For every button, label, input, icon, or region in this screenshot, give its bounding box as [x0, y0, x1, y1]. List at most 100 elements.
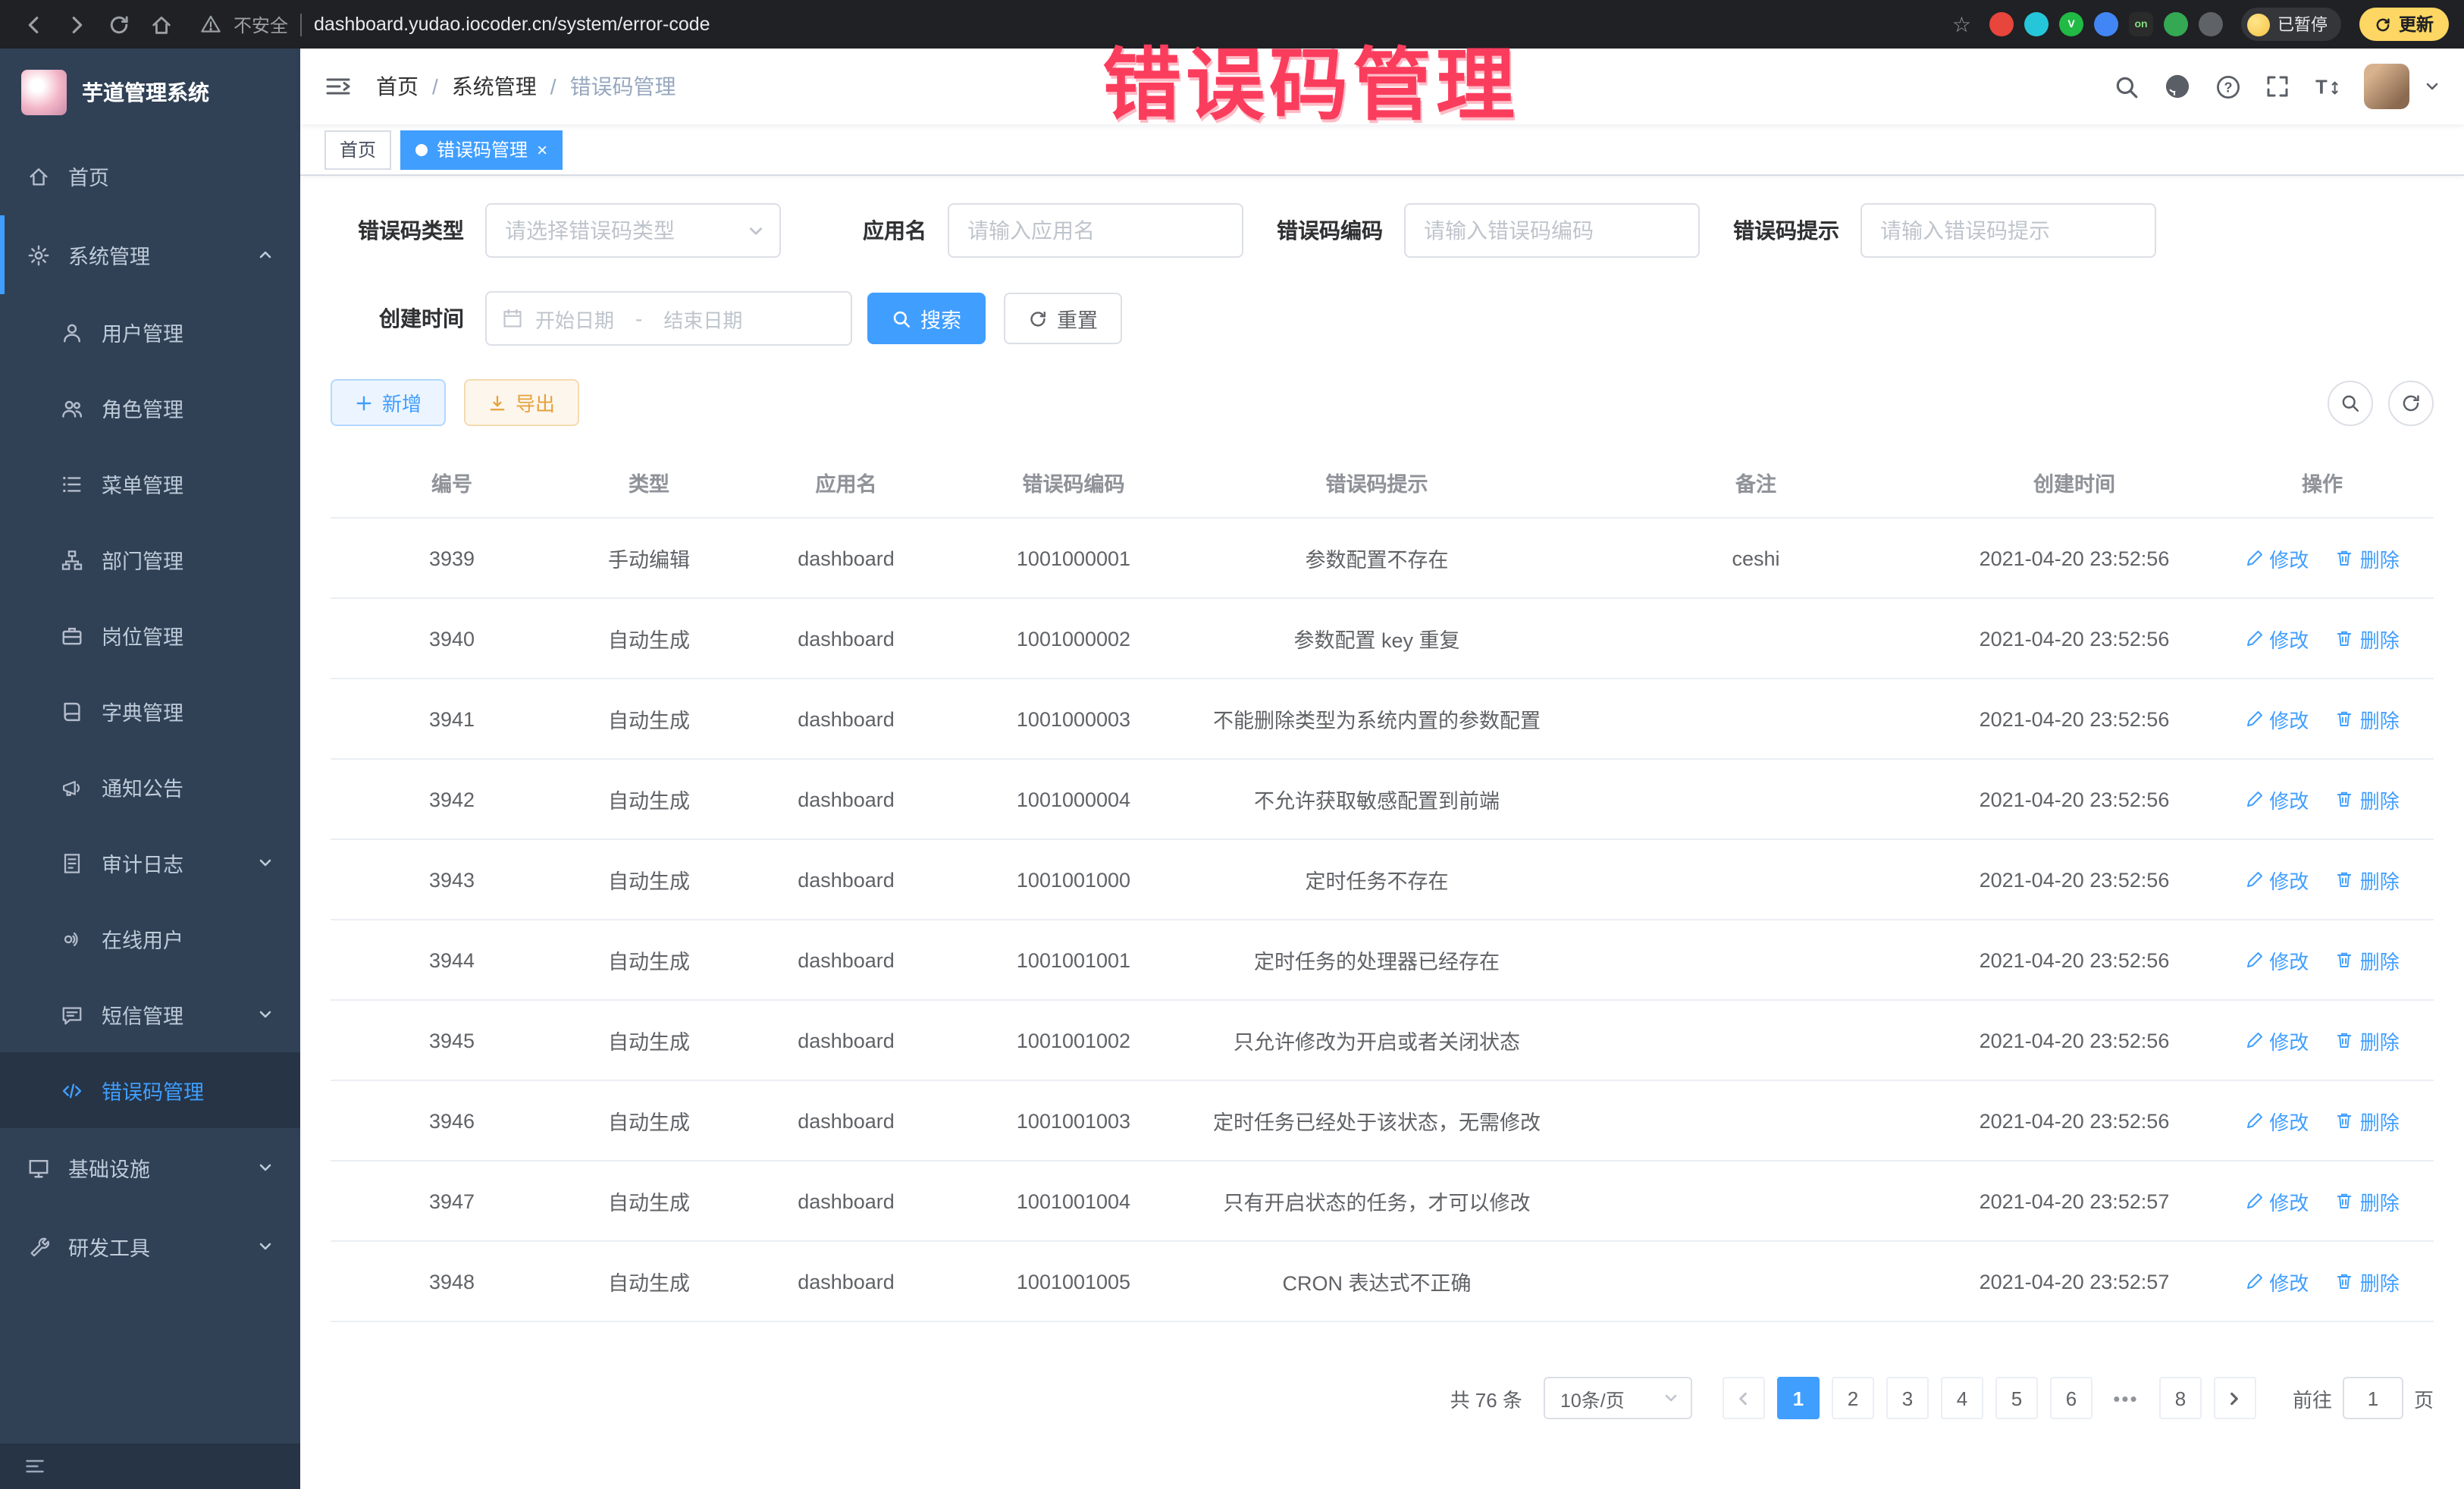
sidebar-item-user-management[interactable]: 用户管理 [0, 294, 300, 370]
delete-link[interactable]: 删除 [2336, 1106, 2400, 1135]
sidebar-toggle-button[interactable] [324, 73, 352, 100]
sidebar-item-infrastructure[interactable]: 基础设施 [0, 1128, 300, 1207]
cell-app: dashboard [725, 598, 967, 679]
sidebar-collapse-bar[interactable] [0, 1444, 300, 1489]
breadcrumb-system[interactable]: 系统管理 [452, 71, 537, 102]
table-row: 3939 手动编辑 dashboard 1001000001 参数配置不存在 c… [331, 518, 2434, 598]
hamburger-icon [324, 73, 352, 100]
page-button[interactable]: 8 [2159, 1377, 2202, 1419]
page-button[interactable]: 6 [2050, 1377, 2093, 1419]
edit-link[interactable]: 修改 [2245, 1267, 2309, 1296]
delete-link[interactable]: 删除 [2336, 1026, 2400, 1055]
sidebar-item-dev-tools[interactable]: 研发工具 [0, 1207, 300, 1286]
tag-home[interactable]: 首页 [324, 130, 391, 169]
extension-icon[interactable] [2164, 12, 2188, 36]
bookmark-star-icon[interactable]: ☆ [1952, 11, 1971, 37]
font-size-button[interactable]: T [2314, 74, 2340, 99]
github-button[interactable] [2164, 73, 2191, 100]
chevron-down-icon[interactable] [2425, 79, 2440, 94]
export-button[interactable]: 导出 [464, 379, 579, 426]
cell-actions: 修改 删除 [2211, 839, 2434, 920]
delete-link[interactable]: 删除 [2336, 1267, 2400, 1296]
extension-icon[interactable]: V [2059, 12, 2083, 36]
sidebar-item-menu-management[interactable]: 菜单管理 [0, 446, 300, 522]
header-search-button[interactable] [2114, 74, 2140, 99]
search-button[interactable]: 搜索 [867, 293, 986, 344]
page-button[interactable]: 5 [1995, 1377, 2038, 1419]
page-size-select[interactable]: 10条/页 [1544, 1377, 1692, 1419]
app-logo[interactable]: 芋道管理系统 [0, 49, 300, 136]
cell-hint: 定时任务的处理器已经存在 [1180, 920, 1574, 1000]
extension-icon[interactable] [2024, 12, 2049, 36]
back-arrow-icon [22, 13, 45, 36]
docs-help-button[interactable]: ? [2215, 74, 2241, 99]
extensions-puzzle-icon[interactable] [2199, 12, 2223, 36]
toggle-search-button[interactable] [2328, 380, 2373, 425]
error-code-input[interactable] [1424, 218, 1680, 243]
sidebar-item-post-management[interactable]: 岗位管理 [0, 597, 300, 673]
page-button[interactable]: 4 [1941, 1377, 1983, 1419]
edit-link[interactable]: 修改 [2245, 865, 2309, 894]
edit-pencil-icon [2245, 951, 2263, 969]
breadcrumb-home[interactable]: 首页 [376, 71, 419, 102]
browser-home-button[interactable] [143, 6, 179, 42]
delete-link[interactable]: 删除 [2336, 624, 2400, 653]
delete-link[interactable]: 删除 [2336, 785, 2400, 813]
date-range-picker[interactable]: 开始日期 - 结束日期 [485, 291, 852, 346]
delete-link[interactable]: 删除 [2336, 945, 2400, 974]
reset-button[interactable]: 重置 [1004, 293, 1122, 344]
error-hint-input[interactable] [1880, 218, 2136, 243]
page-button[interactable]: 1 [1777, 1377, 1820, 1419]
table-header-row: 编号 类型 应用名 错误码编码 错误码提示 备注 创建时间 操作 [331, 447, 2434, 518]
user-avatar[interactable] [2364, 64, 2409, 109]
fullscreen-button[interactable] [2265, 74, 2290, 99]
address-bar[interactable]: 不安全 dashboard.yudao.iocoder.cn/system/er… [200, 11, 1971, 37]
chevron-up-icon [258, 247, 273, 262]
extension-icon[interactable]: on [2129, 12, 2153, 36]
edit-link[interactable]: 修改 [2245, 1026, 2309, 1055]
extension-icon[interactable] [2094, 12, 2118, 36]
cell-time: 2021-04-20 23:52:56 [1938, 1080, 2211, 1161]
edit-link[interactable]: 修改 [2245, 544, 2309, 572]
tag-close-icon[interactable]: × [537, 140, 547, 158]
browser-forward-button[interactable] [58, 6, 94, 42]
edit-link[interactable]: 修改 [2245, 1186, 2309, 1215]
goto-page-input[interactable] [2343, 1377, 2403, 1419]
sidebar-item-error-code-management[interactable]: 错误码管理 [0, 1052, 300, 1128]
sidebar-item-dict-management[interactable]: 字典管理 [0, 673, 300, 749]
breadcrumb-separator: / [550, 74, 556, 99]
edit-link[interactable]: 修改 [2245, 704, 2309, 733]
delete-link[interactable]: 删除 [2336, 704, 2400, 733]
browser-reload-button[interactable] [100, 6, 136, 42]
edit-link[interactable]: 修改 [2245, 1106, 2309, 1135]
plus-icon [355, 393, 373, 412]
next-page-button[interactable] [2214, 1377, 2256, 1419]
page-button[interactable]: 2 [1832, 1377, 1874, 1419]
delete-link[interactable]: 删除 [2336, 544, 2400, 572]
sidebar-item-dept-management[interactable]: 部门管理 [0, 522, 300, 597]
edit-link[interactable]: 修改 [2245, 624, 2309, 653]
sidebar-item-notice[interactable]: 通知公告 [0, 749, 300, 825]
tag-error-code-management[interactable]: 错误码管理 × [400, 130, 563, 169]
sidebar-item-online-users[interactable]: 在线用户 [0, 901, 300, 976]
delete-link[interactable]: 删除 [2336, 865, 2400, 894]
prev-page-button[interactable] [1723, 1377, 1765, 1419]
sidebar-item-home[interactable]: 首页 [0, 136, 300, 215]
sidebar-item-sms-management[interactable]: 短信管理 [0, 976, 300, 1052]
app-name-input[interactable] [967, 218, 1224, 243]
delete-link[interactable]: 删除 [2336, 1186, 2400, 1215]
add-button[interactable]: 新增 [331, 379, 446, 426]
extension-icon[interactable] [1989, 12, 2014, 36]
error-type-select[interactable]: 请选择错误码类型 [485, 203, 781, 258]
edit-link[interactable]: 修改 [2245, 945, 2309, 974]
sidebar-item-system-management[interactable]: 系统管理 [0, 215, 300, 294]
browser-profile-badge[interactable]: 已暂停 [2241, 8, 2341, 41]
more-pages-button[interactable]: ••• [2105, 1377, 2147, 1419]
edit-link[interactable]: 修改 [2245, 785, 2309, 813]
page-button[interactable]: 3 [1886, 1377, 1929, 1419]
sidebar-item-role-management[interactable]: 角色管理 [0, 370, 300, 446]
sidebar-item-audit-log[interactable]: 审计日志 [0, 825, 300, 901]
browser-back-button[interactable] [15, 6, 52, 42]
refresh-table-button[interactable] [2388, 380, 2434, 425]
browser-update-button[interactable]: 更新 [2359, 8, 2449, 41]
